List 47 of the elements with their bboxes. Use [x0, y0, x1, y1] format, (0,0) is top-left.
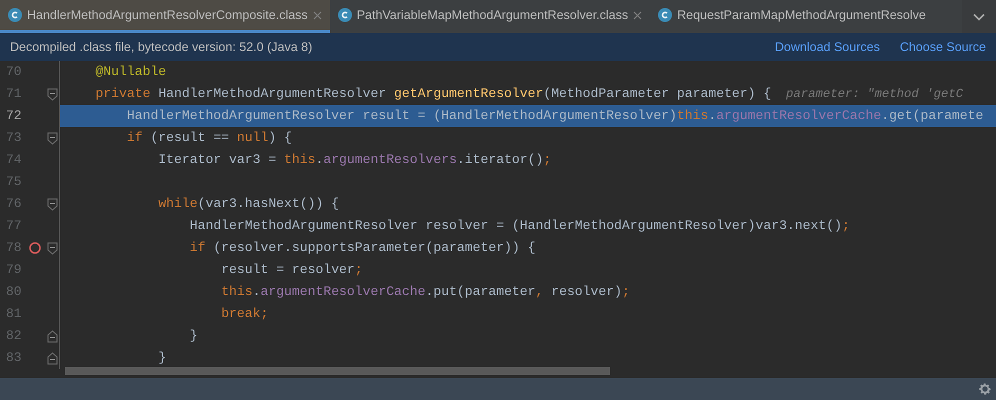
fold-icon[interactable]: [46, 242, 58, 254]
line-number: 70: [5, 63, 23, 82]
line-number: 80: [5, 283, 23, 302]
line-number: 71: [5, 85, 23, 104]
code-line: result = resolver;: [221, 261, 363, 280]
line-number: 81: [5, 305, 23, 324]
close-icon[interactable]: [633, 10, 642, 20]
code-line: Iterator var3 = this.argumentResolvers.iterator();: [158, 151, 552, 170]
fold-icon[interactable]: [46, 88, 58, 100]
breakpoint-icon[interactable]: [29, 242, 42, 254]
fold-icon[interactable]: [46, 352, 58, 364]
code-line: HandlerMethodArgumentResolver result = (HandlerMethodArgumentResolver)this.argumentResolverCache.get(paramete: [126, 107, 984, 126]
code-line: HandlerMethodArgumentResolver resolver = (HandlerMethodArgumentResolver)var3.next();: [190, 217, 850, 236]
fold-icon[interactable]: [46, 330, 58, 342]
line-number: 75: [5, 173, 23, 192]
code-line: @Nullable: [95, 63, 166, 82]
line-number: 74: [5, 151, 23, 170]
settings-icon[interactable]: [978, 382, 992, 396]
line-number: 73: [5, 129, 23, 148]
code-line: }: [190, 327, 198, 346]
scrollbar[interactable]: [65, 367, 610, 375]
line-number: 77: [5, 217, 23, 236]
editor-tab[interactable]: PathVariableMapMethodArgumentResolver.class: [330, 0, 650, 33]
line-number: 79: [5, 261, 23, 280]
notification-text: Decompiled .class file, bytecode version: 52.0 (Java 8): [10, 38, 312, 56]
dropdown-icon[interactable]: [973, 12, 985, 20]
line-number: 82: [5, 327, 23, 346]
code-line: while(var3.hasNext()) {: [158, 195, 340, 214]
fold-icon[interactable]: [46, 198, 58, 210]
notification-link[interactable]: Download Sources: [774, 38, 880, 56]
code-line: if (result == null) {: [126, 129, 292, 148]
class-icon: [338, 8, 352, 22]
line-number: 83: [5, 349, 23, 368]
editor-tab[interactable]: RequestParamMapMethodArgumentResolve: [650, 0, 934, 33]
code-line: if (resolver.supportsParameter(parameter)) {: [190, 239, 536, 258]
code-line: break;: [221, 305, 268, 324]
code-line: private HandlerMethodArgumentResolver getArgumentResolver(MethodParameter parameter) { parameter: "method 'getC: [95, 85, 964, 104]
notification-link[interactable]: Choose Source: [900, 38, 986, 56]
code-line: this.argumentResolverCache.put(parameter, resolver);: [221, 283, 630, 302]
line-number: 78: [5, 239, 23, 258]
fold-icon[interactable]: [46, 132, 58, 144]
class-icon: [658, 8, 672, 22]
code-line: }: [158, 349, 166, 368]
line-number: 76: [5, 195, 23, 214]
class-icon: [8, 8, 22, 22]
editor-tab[interactable]: HandlerMethodArgumentResolverComposite.class: [0, 0, 330, 33]
line-number: 72: [5, 107, 23, 126]
